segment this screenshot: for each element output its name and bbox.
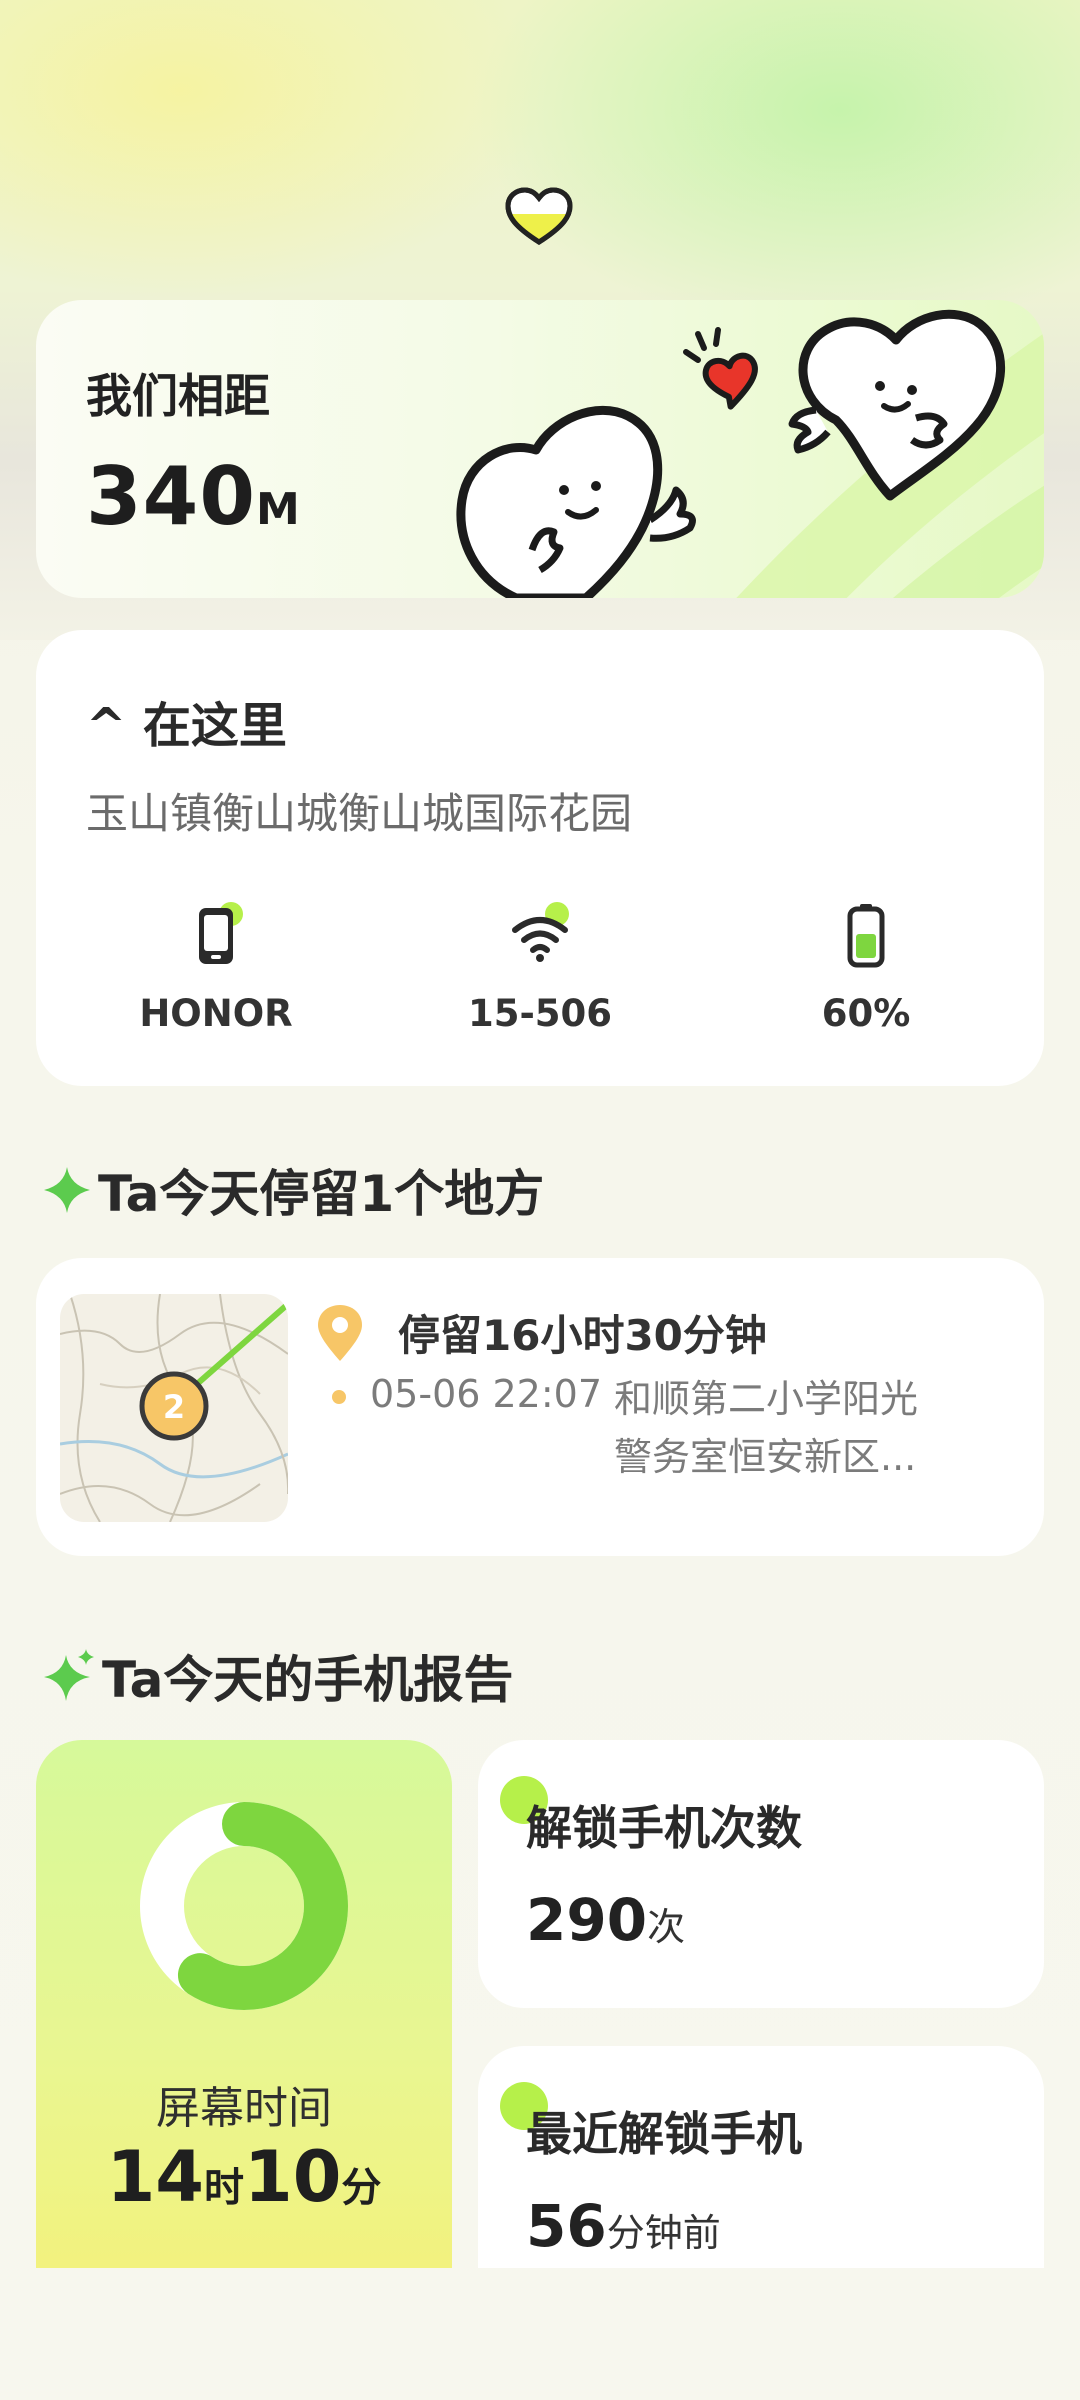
recent-unlock-card[interactable]: 最近解锁手机 56分钟前 — [478, 2046, 1044, 2268]
heart-logo-icon — [505, 187, 573, 245]
wifi-icon — [512, 902, 569, 962]
wifi-name: 15-506 — [467, 992, 613, 1035]
unlock-count-title: 解锁手机次数 — [526, 1801, 802, 1855]
screen-time-card[interactable]: 屏幕时间 14时10分 — [36, 1740, 452, 2268]
location-address: 玉山镇衡山城衡山城国际花园 — [86, 789, 633, 838]
couple-hearts-illustration — [456, 309, 1005, 598]
battery-level: 60% — [821, 992, 911, 1035]
phone-icon — [199, 902, 243, 964]
stay-time: 05-06 22:07 — [370, 1372, 603, 1416]
device-name: HONOR — [139, 992, 293, 1035]
stay-card[interactable]: 2 停留16小时30分钟 05-06 22:07 和顺第二小学阳光 警务室恒安新… — [36, 1258, 1044, 1556]
battery-stat: 60% — [716, 900, 1016, 1035]
distance-label: 我们相距 — [86, 369, 270, 423]
battery-icon — [847, 904, 885, 968]
distance-value: 340M — [86, 450, 301, 543]
location-card[interactable]: ^ 在这里 玉山镇衡山城衡山城国际花园 HONOR 15-506 60% — [36, 630, 1044, 1086]
recent-unlock-value: 56分钟前 — [526, 2192, 721, 2260]
sparkle-icon — [44, 1649, 94, 1701]
sparkle-icon — [44, 1167, 90, 1213]
map-marker-label: 2 — [163, 1388, 185, 1426]
screen-time-ring — [140, 1802, 348, 2010]
unlock-count-value: 290次 — [526, 1886, 686, 1954]
bottom-area — [0, 2268, 1080, 2400]
wifi-stat: 15-506 — [390, 900, 690, 1035]
map-thumbnail[interactable]: 2 — [60, 1294, 288, 1522]
report-section-title: Ta今天的手机报告 — [42, 1640, 513, 1712]
stay-section-title: Ta今天停留1个地方 — [42, 1154, 544, 1226]
stay-duration: 停留16小时30分钟 — [312, 1302, 767, 1363]
distance-card: 我们相距 340M — [36, 300, 1044, 598]
screen-time-value: 14时10分 — [106, 2136, 382, 2218]
timeline-dot — [332, 1390, 346, 1404]
recent-unlock-title: 最近解锁手机 — [526, 2107, 802, 2161]
screen-time-label: 屏幕时间 — [156, 2083, 332, 2134]
location-title: ^ 在这里 — [86, 698, 287, 754]
device-stat: HONOR — [66, 900, 366, 1035]
stay-place: 和顺第二小学阳光 警务室恒安新区... — [614, 1377, 919, 1479]
location-pin-icon — [318, 1304, 362, 1361]
unlock-count-card[interactable]: 解锁手机次数 290次 — [478, 1740, 1044, 2008]
